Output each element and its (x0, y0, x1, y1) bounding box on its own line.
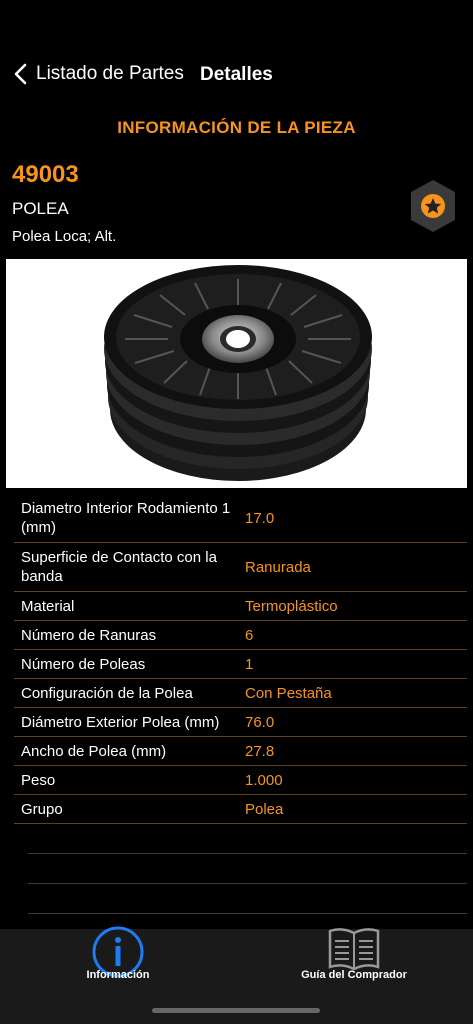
spec-label: Material (21, 597, 75, 615)
tab-label-guia: Guía del Comprador (301, 969, 407, 981)
spec-label: Superficie de Contacto con la banda (21, 549, 217, 585)
empty-row (28, 854, 467, 884)
part-photo (6, 259, 467, 488)
spec-row: Configuración de la Polea Con Pestaña (14, 679, 467, 708)
home-indicator (152, 1008, 320, 1013)
spec-label: Número de Poleas (21, 655, 146, 673)
tab-informacion[interactable]: Información (18, 926, 218, 999)
back-label: Listado de Partes (36, 63, 184, 84)
spec-row: Peso 1.000 (14, 766, 467, 795)
spec-value: Termoplástico (245, 597, 338, 615)
spec-label: Configuración de la Polea (21, 684, 193, 702)
spec-row: Superficie de Contacto con la banda Ranu… (14, 543, 467, 592)
page-title: Detalles (200, 64, 273, 85)
spec-row: Material Termoplástico (14, 592, 467, 621)
tab-label-informacion: Información (86, 969, 150, 981)
section-title: INFORMACIÓN DE LA PIEZA (117, 118, 356, 137)
spec-label: Diametro Interior Rodamiento 1 (mm) (21, 500, 231, 536)
favorite-star-icon[interactable] (407, 178, 459, 234)
nav-bar: Listado de Partes Detalles (0, 60, 473, 92)
spec-row: Número de Poleas 1 (14, 650, 467, 679)
spec-value: Ranurada (245, 558, 311, 576)
spec-row: Diametro Interior Rodamiento 1 (mm) 17.0 (14, 494, 467, 543)
tab-guia-comprador[interactable]: Guía del Comprador (254, 928, 454, 999)
spec-value: 1.000 (245, 771, 283, 789)
chevron-left-icon (14, 63, 27, 85)
empty-row (28, 824, 467, 854)
spec-label: Diámetro Exterior Polea (mm) (21, 713, 220, 731)
spec-row: Ancho de Polea (mm) 27.8 (14, 737, 467, 766)
empty-row (28, 884, 467, 914)
spec-label: Ancho de Polea (mm) (21, 742, 167, 760)
spec-row: Diámetro Exterior Polea (mm) 76.0 (14, 708, 467, 737)
spec-table: Diametro Interior Rodamiento 1 (mm) 17.0… (14, 494, 467, 914)
pulley-image (104, 265, 372, 481)
spec-row: Grupo Polea (14, 795, 467, 824)
part-number: 49003 (12, 161, 79, 188)
part-description: Polea Loca; Alt. (12, 228, 117, 245)
spec-value: 76.0 (245, 713, 275, 731)
spec-value: 6 (245, 626, 254, 644)
spec-value: 17.0 (245, 509, 275, 527)
spec-value: 27.8 (245, 742, 275, 760)
spec-value: 1 (245, 655, 254, 673)
spec-value: Polea (245, 800, 284, 818)
spec-label: Número de Ranuras (21, 626, 157, 644)
spec-label: Grupo (21, 800, 63, 818)
spec-label: Peso (21, 771, 56, 789)
part-name: POLEA (12, 199, 69, 218)
spec-value: Con Pestaña (245, 684, 332, 702)
book-icon (328, 928, 380, 971)
back-button[interactable]: Listado de Partes (12, 62, 184, 86)
spec-row: Número de Ranuras 6 (14, 621, 467, 650)
